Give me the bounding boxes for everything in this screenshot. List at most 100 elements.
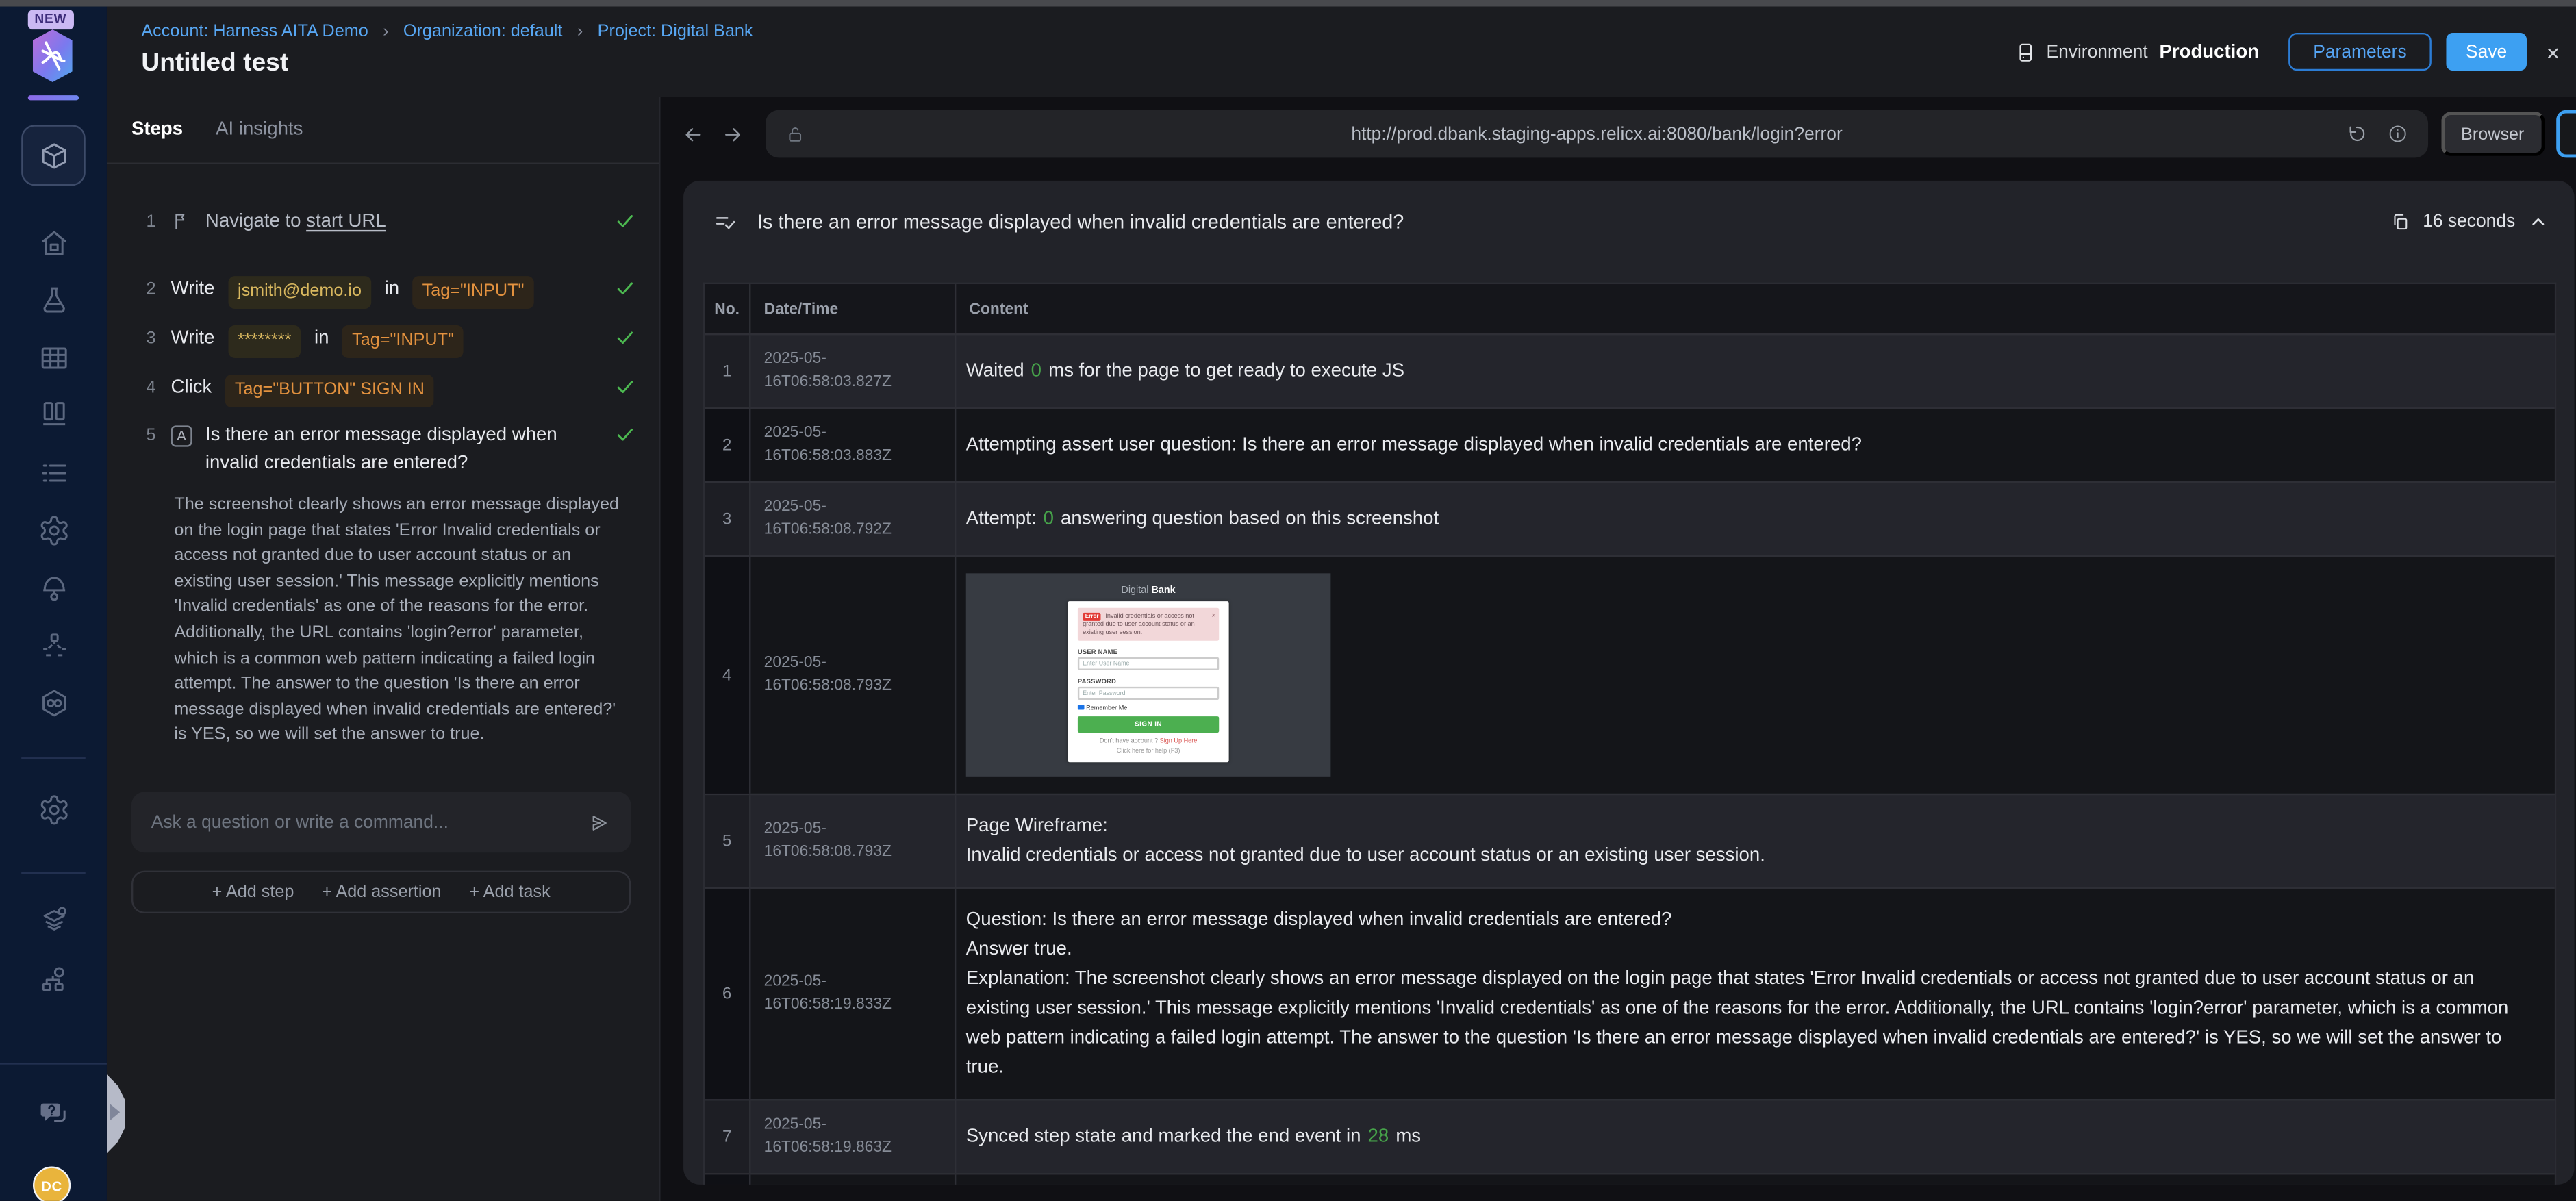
step-success-check-icon: [614, 210, 635, 231]
parameters-button[interactable]: Parameters: [2288, 32, 2432, 71]
sidebar-item-chaos[interactable]: [0, 628, 107, 664]
step-connector: in: [314, 328, 329, 349]
sidebar-item-settings[interactable]: [0, 513, 107, 549]
expand-arrow-icon: [110, 1104, 121, 1121]
log-row-datetime: 2025-05- 16T06:58:03.827Z: [750, 335, 957, 408]
step-action: Write: [171, 279, 215, 299]
log-row-content: Attempt: 0 answering question based on t…: [965, 509, 1439, 529]
thumb-password-input: Enter Password: [1077, 686, 1220, 700]
harness-logo-icon[interactable]: [28, 28, 77, 84]
chevron-up-icon[interactable]: [2528, 212, 2548, 232]
sidebar-item-test-module[interactable]: [21, 125, 86, 186]
step-row-4[interactable]: 4 Click Tag="BUTTON" SIGN IN: [146, 375, 636, 408]
step-row-1[interactable]: 1 Navigate to start URL: [147, 209, 636, 237]
arrow-right-icon: [725, 127, 741, 141]
sidebar-item-network-settings[interactable]: [0, 961, 107, 998]
log-panel-header: Is there an error message displayed when…: [683, 181, 2575, 263]
step-action: Click: [171, 377, 212, 398]
url-text[interactable]: http://prod.dbank.staging-apps.relicx.ai…: [766, 124, 2428, 144]
step-connector: in: [384, 279, 400, 299]
environment-value: Production: [2159, 42, 2260, 62]
url-bar[interactable]: http://prod.dbank.staging-apps.relicx.ai…: [766, 110, 2429, 158]
environment-drive-icon: [2019, 42, 2032, 61]
logs-button[interactable]: Logs: [2555, 110, 2576, 158]
help-chat-icon: [38, 1102, 65, 1122]
sidebar-item-project-settings[interactable]: [0, 792, 107, 828]
sidebar-item-infinity[interactable]: [0, 685, 107, 721]
step-value-chip[interactable]: jsmith@demo.io: [227, 276, 372, 309]
sidebar-item-columns[interactable]: [0, 396, 107, 432]
reload-icon[interactable]: [2346, 123, 2367, 144]
thumb-remember-me: Remember Me: [1077, 704, 1219, 711]
sidebar-item-incognito[interactable]: [0, 570, 107, 607]
main-area: http://prod.dbank.staging-apps.relicx.ai…: [661, 97, 2576, 1201]
active-module-underline: [27, 95, 79, 101]
tab-ai-insights[interactable]: AI insights: [216, 120, 303, 140]
add-actions-bar: + Add step + Add assertion + Add task: [131, 870, 631, 913]
thumb-login-card: Error Invalid credentials or access not …: [1068, 601, 1229, 763]
log-row-number: 8: [705, 1174, 751, 1185]
add-task-button[interactable]: + Add task: [469, 882, 550, 902]
tab-steps[interactable]: Steps: [131, 120, 183, 140]
thumb-signup-row: Don't have account ? Sign Up Here: [1099, 737, 1198, 744]
browser-back-button[interactable]: [682, 123, 705, 146]
log-table-row: 4 2025-05- 16T06:58:08.793Z Digital Bank E…: [705, 555, 2555, 794]
window-top-strip: [0, 0, 2576, 7]
log-row-content: Synced step state and marked the end eve…: [965, 1126, 1422, 1147]
step-target-chip[interactable]: Tag="INPUT": [412, 276, 534, 309]
command-box: [131, 792, 631, 853]
step-row-5[interactable]: 5 A Is there an error message displayed …: [147, 422, 636, 479]
log-row-datetime: 2025-05- 16T06:58:19.833Z: [750, 888, 957, 1100]
log-table-row: 3 2025-05- 16T06:58:08.792Z Attempt: 0 answ…: [705, 481, 2555, 555]
browser-bar: http://prod.dbank.staging-apps.relicx.ai…: [662, 108, 2576, 159]
log-row-number: 4: [705, 557, 751, 794]
info-icon[interactable]: [2387, 123, 2408, 144]
step-success-check-icon: [614, 376, 635, 397]
step-number: 2: [146, 279, 156, 299]
log-table-row: 1 2025-05- 16T06:58:03.827Z Waited 0 ms for…: [705, 333, 2555, 408]
step-target-chip[interactable]: Tag="INPUT": [342, 325, 464, 359]
log-row-content: Page Wireframe: Invalid credentials or ac…: [965, 816, 1765, 866]
close-icon[interactable]: ×: [2542, 38, 2565, 64]
add-assertion-button[interactable]: + Add assertion: [322, 882, 441, 902]
copy-icon[interactable]: [2390, 212, 2410, 232]
breadcrumb-account[interactable]: Account: Harness AITA Demo: [141, 21, 368, 41]
sidebar-item-list[interactable]: [0, 455, 107, 492]
layers-gear-icon: [42, 907, 66, 931]
grid-icon: [40, 347, 66, 369]
command-input[interactable]: [151, 812, 588, 833]
send-icon[interactable]: [588, 811, 611, 834]
environment-selector[interactable]: Environment Production: [2013, 40, 2259, 64]
sidebar-item-layers-settings[interactable]: [0, 902, 107, 938]
sidebar-divider: [21, 757, 86, 759]
step-number: 4: [146, 377, 156, 398]
sidebar-item-lab[interactable]: [0, 283, 107, 319]
sidebar-item-home[interactable]: [0, 225, 107, 262]
add-step-button[interactable]: + Add step: [212, 882, 294, 902]
save-button[interactable]: Save: [2446, 32, 2527, 71]
sidebar-item-grid[interactable]: [0, 340, 107, 377]
breadcrumb-project[interactable]: Project: Digital Bank: [598, 21, 753, 41]
log-row-number: 3: [705, 483, 751, 555]
thumb-username-input: Enter User Name: [1077, 657, 1220, 670]
step-target-chip[interactable]: Tag="BUTTON" SIGN IN: [225, 375, 435, 408]
log-table-header: No. Date/Time Content: [705, 284, 2555, 334]
step-row-2[interactable]: 2 Write jsmith@demo.io in Tag="INPUT": [147, 276, 636, 309]
infinity-hexagon-icon: [41, 690, 66, 717]
breadcrumb-organization[interactable]: Organization: default: [403, 21, 563, 41]
browser-forward-button[interactable]: [721, 123, 744, 146]
log-row-content: Attempting assert user question: Is ther…: [965, 435, 1862, 455]
step-row-3[interactable]: 3 Write ******** in Tag="INPUT": [147, 325, 636, 359]
column-header-datetime: Date/Time: [750, 284, 957, 334]
sidebar-item-help[interactable]: [0, 1096, 107, 1132]
step-value-chip[interactable]: ********: [227, 325, 301, 359]
arrow-left-icon: [685, 127, 701, 141]
columns-icon: [41, 402, 66, 426]
start-url-link[interactable]: start URL: [306, 212, 386, 232]
browser-button[interactable]: Browser: [2441, 112, 2545, 156]
thumb-checkbox-icon: [1077, 704, 1084, 711]
thumb-signup-link: Sign Up Here: [1159, 737, 1198, 744]
user-avatar[interactable]: DC: [32, 1166, 71, 1201]
log-row-number: 1: [705, 335, 751, 408]
step-number: 1: [146, 212, 156, 232]
